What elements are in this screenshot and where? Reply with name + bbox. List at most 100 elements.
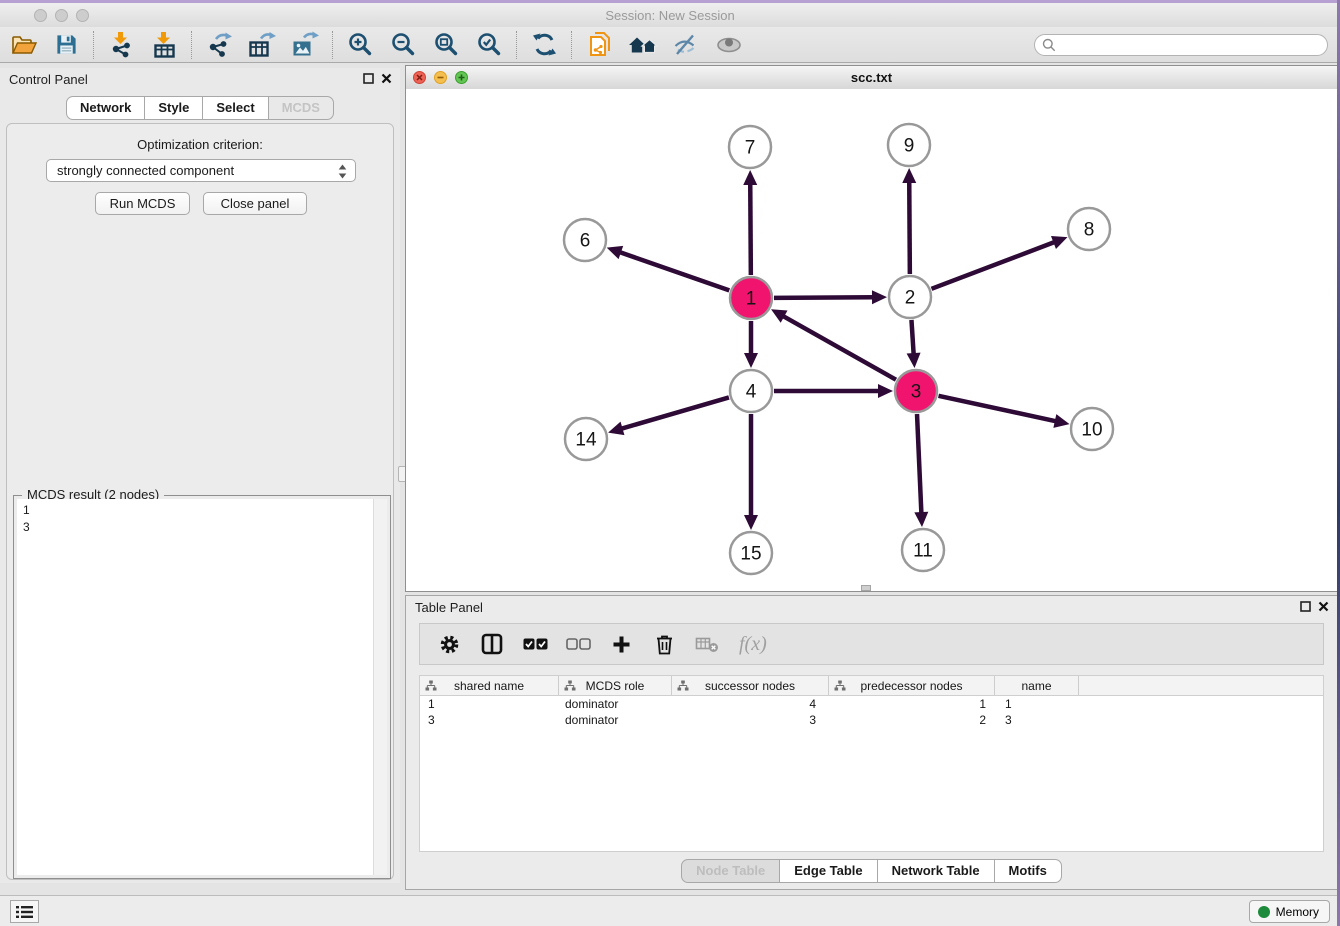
graph-edge-3-10[interactable] [938,396,1056,422]
minimize-window-icon[interactable] [55,9,68,22]
zoom-out-button[interactable] [382,28,425,62]
close-window-icon[interactable] [34,9,47,22]
tab-motifs[interactable]: Motifs [994,859,1062,883]
criterion-select[interactable]: strongly connected component [46,159,356,182]
traffic-lights [34,9,89,22]
graph-edge-2-3[interactable] [911,320,913,355]
graph-edge-3-11[interactable] [917,414,921,514]
export-image-button[interactable] [284,28,327,62]
column-header-name[interactable]: name [995,676,1079,695]
close-panel-icon[interactable] [1318,601,1329,612]
graph-edge-arrowhead [608,422,624,435]
float-panel-icon[interactable] [1300,601,1311,612]
canvas-scroll-thumb[interactable] [861,585,871,591]
namespace-icon [677,680,689,691]
column-header-shared-name[interactable]: shared name [420,676,559,695]
tab-select[interactable]: Select [202,96,268,120]
tab-mcds[interactable]: MCDS [268,96,334,120]
trash-icon [655,634,674,655]
tab-network-table[interactable]: Network Table [877,859,995,883]
criterion-selected-value: strongly connected component [57,163,234,178]
column-settings-button[interactable] [436,629,462,659]
table-cell[interactable]: 1 [995,697,1079,711]
open-file-button[interactable] [2,28,45,62]
import-table-button[interactable] [143,28,186,62]
minimize-network-icon[interactable] [434,71,447,84]
table-panel-header: Table Panel [406,596,1337,620]
export-table-button[interactable] [241,28,284,62]
table-cell[interactable]: 1 [420,697,559,711]
export-table-icon [248,31,277,58]
table-cell[interactable]: 1 [829,697,995,711]
zoom-selected-button[interactable] [468,28,511,62]
table-cell[interactable]: 3 [995,713,1079,727]
table-cell[interactable]: 2 [829,713,995,727]
column-header-mcds-role[interactable]: MCDS role [559,676,672,695]
graph-edge-4-14[interactable] [621,397,729,429]
toolbar-separator [571,31,573,59]
network-canvas[interactable]: 7968124314101511 [406,89,1337,591]
function-builder-button[interactable]: f(x) [739,633,767,656]
float-panel-icon[interactable] [363,73,374,84]
delete-table-button[interactable] [694,629,720,659]
table-cell[interactable]: 4 [672,697,829,711]
tab-edge-table[interactable]: Edge Table [779,859,877,883]
tab-node-table[interactable]: Node Table [681,859,780,883]
table-panel-title: Table Panel [415,600,483,615]
show-all-button[interactable] [707,28,750,62]
reset-view-button[interactable] [621,28,664,62]
column-header-filler [1079,676,1323,695]
graph-edge-1-2[interactable] [774,297,874,298]
add-column-button[interactable] [608,629,634,659]
clone-network-button[interactable] [578,28,621,62]
table-body: 1dominator4113dominator323 [420,696,1323,728]
network-graph: 7968124314101511 [406,89,1337,590]
select-all-button[interactable] [522,629,548,659]
table-cell[interactable]: 3 [672,713,829,727]
import-network-button[interactable] [100,28,143,62]
toggle-panes-button[interactable] [479,629,505,659]
zoom-window-icon[interactable] [76,9,89,22]
control-panel: Control Panel NetworkStyleSelectMCDS Opt… [0,68,400,883]
task-history-button[interactable] [10,900,39,923]
run-mcds-button[interactable]: Run MCDS [95,192,190,215]
memory-button[interactable]: Memory [1249,900,1330,923]
namespace-icon [834,680,846,691]
graph-edge-1-7[interactable] [750,183,751,275]
save-session-button[interactable] [45,28,88,62]
mcds-result-textarea[interactable]: 1 3 [17,499,387,875]
table-cell[interactable]: dominator [559,697,672,711]
close-panel-icon[interactable] [381,73,392,84]
network-documents-icon [587,31,613,59]
hide-selected-button[interactable] [664,28,707,62]
network-window-titlebar[interactable]: scc.txt [406,66,1337,90]
deselect-all-button[interactable] [565,629,591,659]
graph-edge-1-6[interactable] [619,252,729,291]
column-header-predecessor-nodes[interactable]: predecessor nodes [829,676,995,695]
close-panel-button[interactable]: Close panel [203,192,307,215]
tab-style[interactable]: Style [144,96,203,120]
refresh-icon [532,32,557,57]
maximize-network-icon[interactable] [455,71,468,84]
close-network-icon[interactable] [413,71,426,84]
apply-layout-button[interactable] [523,28,566,62]
memory-label: Memory [1276,905,1319,919]
column-header-successor-nodes[interactable]: successor nodes [672,676,829,695]
result-scrollbar[interactable] [373,499,387,875]
export-network-button[interactable] [198,28,241,62]
table-cell[interactable]: 3 [420,713,559,727]
delete-column-button[interactable] [651,629,677,659]
graph-edge-2-9[interactable] [909,181,910,274]
tab-network[interactable]: Network [66,96,145,120]
zoom-fit-button[interactable] [425,28,468,62]
search-input[interactable] [1034,34,1328,56]
app-titlebar[interactable]: Session: New Session [0,3,1340,28]
search-icon [1042,38,1056,52]
status-bar: Memory [0,895,1340,926]
graph-edge-3-1[interactable] [782,316,896,380]
graph-edge-2-8[interactable] [932,242,1056,289]
table-cell[interactable]: dominator [559,713,672,727]
namespace-icon [425,680,437,691]
zoom-in-button[interactable] [339,28,382,62]
column-header-label: MCDS role [586,679,645,693]
